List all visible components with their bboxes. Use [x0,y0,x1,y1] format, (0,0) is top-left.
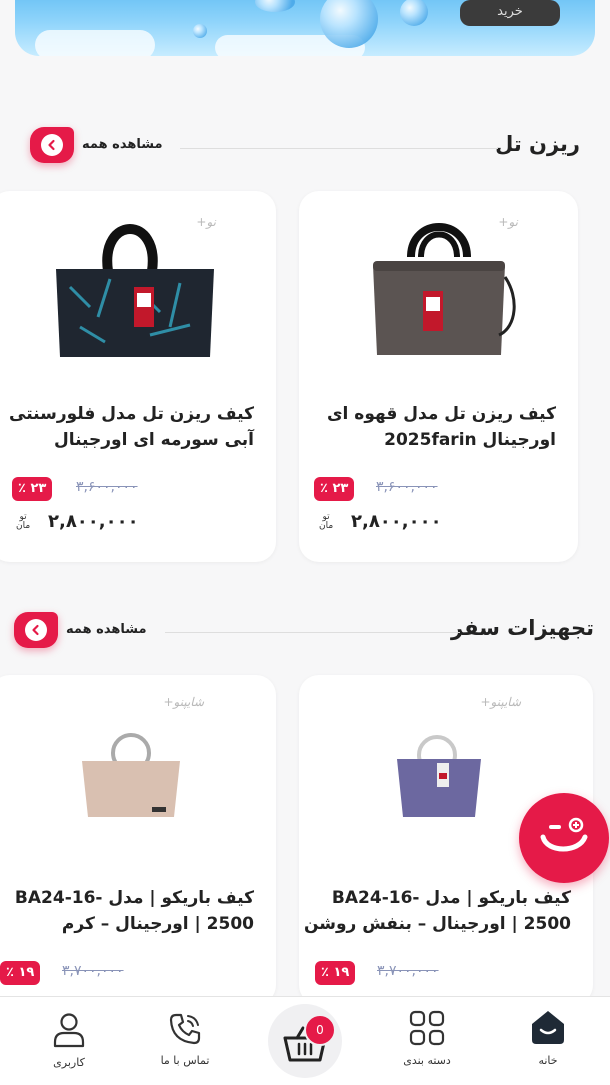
product-image [397,735,481,817]
nav-label: خانه [538,1054,558,1067]
discount-badge: ۱۹ ٪ [315,961,356,985]
promo-banner[interactable]: خرید [15,0,595,56]
product-image [82,733,180,817]
price: ۲,۸۰۰,۰۰۰ [48,511,139,532]
chevron-left-icon [41,134,63,156]
product-name-line: کیف باریکو | مدل -BA24-16 [331,888,571,908]
see-all-button[interactable] [14,612,58,648]
nav-label: تماس با ما [160,1054,210,1067]
old-price: ۳,۶۰۰,۰۰۰ [76,479,138,495]
product-name-line: کیف ریزن تل مدل فلورسنتی [9,404,254,424]
product-name: کیف ریزن تل مدل قهوه ای اورجینال 2025far… [306,401,556,453]
brand-tag: شایپنو+ [480,695,521,709]
product-name-line: اورجینال 2025farin [384,430,556,450]
currency-label: تو مان [319,513,333,531]
grid-icon [409,1010,445,1046]
product-name-line: 2500 | اورجینال – بنفش روشن [303,914,571,934]
price: ۲,۸۰۰,۰۰۰ [351,511,442,532]
nav-account[interactable]: کاربری [40,1012,98,1069]
currency-line: مان [16,521,31,531]
product-card[interactable]: نو+ کیف ریزن تل مدل قهوه ای اورجینال 202… [299,191,578,562]
smile-icon [540,817,588,852]
bubble-decoration [400,0,428,26]
section-title: ریزن تل [495,132,580,156]
old-price: ۳,۷۰۰,۰۰۰ [377,963,439,979]
divider [180,148,498,149]
old-price: ۳,۶۰۰,۰۰۰ [376,479,438,495]
bubble-decoration [193,24,207,38]
product-name: کیف باریکو | مدل -BA24-16 2500 | اورجینا… [0,885,254,937]
section-title: تجهیزات سفر [451,616,594,640]
see-all-button[interactable] [30,127,74,163]
nav-home[interactable]: خانه [518,1008,578,1067]
discount-badge: ۲۳ ٪ [314,477,355,501]
divider [165,632,460,633]
currency-line: مان [319,521,334,531]
product-card[interactable]: شایپنو+ کیف باریکو | مدل -BA24-16 2500 |… [0,675,276,1005]
product-name-line: آبی سورمه ای اورجینال [53,430,254,450]
old-price: ۳,۷۰۰,۰۰۰ [62,963,124,979]
product-image [373,223,516,355]
product-card[interactable]: نو+ کیف ریزن تل مدل فلورسنتی آبی سورمه ا… [0,191,276,562]
currency-label: تو مان [16,513,30,531]
buy-button[interactable]: خرید [460,0,560,26]
product-name-line: کیف ریزن تل مدل قهوه ای [326,404,556,424]
nav-categories[interactable]: دسته بندی [396,1010,458,1067]
nav-label: دسته بندی [403,1054,451,1067]
see-all-link[interactable]: مشاهده همه [82,137,163,152]
product-image [56,224,214,357]
discount-badge: ۱۹ ٪ [0,961,41,985]
chevron-left-icon [25,619,47,641]
phone-icon [169,1013,201,1045]
discount-badge: ۲۳ ٪ [12,477,53,501]
bubble-decoration [255,0,295,12]
brand-tag: شایپنو+ [163,695,204,709]
support-chat-button[interactable] [519,793,609,883]
user-icon [53,1013,85,1048]
product-name-line: 2500 | اورجینال – کرم [61,914,254,934]
nav-label: کاربری [53,1056,85,1069]
cart-count-badge: 0 [304,1014,336,1046]
nav-contact[interactable]: تماس با ما [150,1012,220,1067]
see-all-link[interactable]: مشاهده همه [66,622,147,637]
product-name-line: کیف باریکو | مدل -BA24-16 [14,888,254,908]
home-icon [532,1011,564,1044]
cloud-decoration [35,30,155,56]
product-name: کیف ریزن تل مدل فلورسنتی آبی سورمه ای او… [0,401,254,453]
product-name: کیف باریکو | مدل -BA24-16 2500 | اورجینا… [301,885,571,937]
